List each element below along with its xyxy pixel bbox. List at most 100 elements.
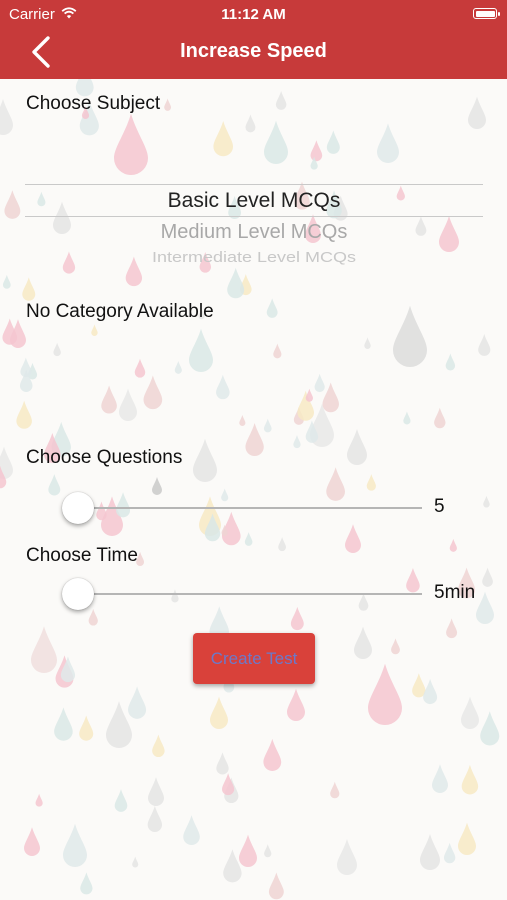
questions-value: 5 <box>434 496 445 517</box>
raindrop-shape <box>245 114 256 133</box>
raindrop-shape <box>314 373 325 393</box>
category-status-label: No Category Available <box>26 301 214 322</box>
raindrop-shape <box>245 423 264 457</box>
raindrop-shape <box>445 353 456 371</box>
raindrop-shape <box>449 538 457 552</box>
raindrop-shape <box>287 688 305 721</box>
raindrop-shape <box>468 96 486 129</box>
raindrop-shape <box>275 90 287 110</box>
raindrop-shape <box>148 777 164 806</box>
raindrop-shape <box>48 474 61 496</box>
raindrop-shape <box>119 388 137 421</box>
raindrop-shape <box>0 99 13 135</box>
raindrop-shape <box>263 418 272 433</box>
raindrop-shape <box>264 844 272 858</box>
raindrop-shape <box>227 267 245 299</box>
raindrop-shape <box>53 342 61 357</box>
raindrop-shape <box>24 827 40 856</box>
create-test-button[interactable]: Create Test <box>193 633 315 684</box>
raindrop-shape <box>143 375 163 410</box>
raindrop-shape <box>132 856 139 868</box>
raindrop-shape <box>443 842 456 864</box>
raindrop-shape <box>216 374 230 400</box>
raindrop-shape <box>483 495 490 508</box>
raindrop-shape <box>79 715 94 741</box>
raindrop-shape <box>345 524 361 553</box>
choose-questions-label: Choose Questions <box>26 447 183 468</box>
raindrop-shape <box>347 429 367 465</box>
raindrop-shape <box>31 626 57 673</box>
picker-option[interactable]: Medium Level MCQs <box>25 221 483 244</box>
slider-track <box>78 593 422 595</box>
raindrop-shape <box>239 834 257 867</box>
raindrop-shape <box>368 663 402 725</box>
raindrop-shape <box>278 537 286 552</box>
raindrop-shape <box>434 407 446 429</box>
choose-time-label: Choose Time <box>26 545 138 566</box>
raindrop-shape <box>310 140 323 162</box>
raindrop-shape <box>305 388 313 402</box>
raindrop-shape <box>22 277 36 301</box>
picker-option[interactable]: Intermediate Level MCQs <box>25 249 483 266</box>
raindrop-shape <box>403 411 411 425</box>
raindrop-shape <box>152 734 165 758</box>
questions-slider[interactable] <box>62 491 422 525</box>
raindrop-shape <box>354 626 372 659</box>
raindrop-shape <box>4 190 21 219</box>
raindrop-shape <box>223 849 242 883</box>
raindrop-shape <box>193 438 217 482</box>
raindrop-shape <box>266 298 278 318</box>
raindrop-shape <box>366 474 376 491</box>
raindrop-shape <box>337 839 357 875</box>
raindrop-shape <box>423 678 438 705</box>
status-bar: Carrier 11:12 AM <box>0 0 507 28</box>
raindrop-shape <box>480 711 500 746</box>
raindrop-shape <box>239 414 246 427</box>
raindrop-shape <box>183 815 200 846</box>
raindrop-shape <box>35 793 43 807</box>
raindrop-shape <box>377 123 399 163</box>
raindrop-shape <box>268 872 284 900</box>
raindrop-shape <box>244 532 253 546</box>
time-slider[interactable] <box>62 577 422 611</box>
raindrop-shape <box>263 738 282 771</box>
battery-icon <box>473 8 500 19</box>
nav-bar: Carrier 11:12 AM Increase Speed <box>0 0 507 79</box>
raindrop-shape <box>478 334 491 356</box>
raindrop-shape <box>114 789 128 812</box>
raindrop-shape <box>128 686 147 719</box>
raindrop-shape <box>20 357 32 378</box>
raindrop-shape <box>432 764 448 793</box>
raindrop-shape <box>461 764 479 795</box>
raindrop-shape <box>106 701 132 748</box>
slider-thumb[interactable] <box>62 578 94 610</box>
raindrop-shape <box>164 98 172 111</box>
raindrop-shape <box>222 773 235 796</box>
raindrop-shape <box>134 358 146 378</box>
raindrop-shape <box>213 120 234 157</box>
raindrop-shape <box>16 400 32 429</box>
raindrop-shape <box>216 752 229 775</box>
raindrop-shape <box>210 696 228 729</box>
picker-option-selected[interactable]: Basic Level MCQs <box>25 189 483 213</box>
raindrop-shape <box>364 337 371 349</box>
raindrop-shape <box>293 435 301 449</box>
subject-picker[interactable]: Basic Level MCQs Medium Level MCQs Inter… <box>25 178 483 268</box>
raindrop-shape <box>482 567 493 587</box>
raindrop-shape <box>326 130 340 154</box>
raindrop-shape <box>2 274 11 289</box>
raindrop-shape <box>114 113 148 175</box>
raindrop-shape <box>2 318 18 345</box>
raindrop-shape <box>63 823 87 867</box>
raindrop-shape <box>458 822 476 855</box>
raindrop-shape <box>174 361 182 374</box>
picker-divider <box>25 216 483 217</box>
picker-divider <box>25 184 483 185</box>
slider-thumb[interactable] <box>62 492 94 524</box>
raindrop-shape <box>147 806 163 832</box>
raindrop-shape <box>54 707 73 741</box>
raindrop-shape <box>322 382 339 413</box>
raindrop-shape <box>420 834 440 870</box>
raindrop-shape <box>461 696 479 729</box>
slider-track <box>78 507 422 509</box>
